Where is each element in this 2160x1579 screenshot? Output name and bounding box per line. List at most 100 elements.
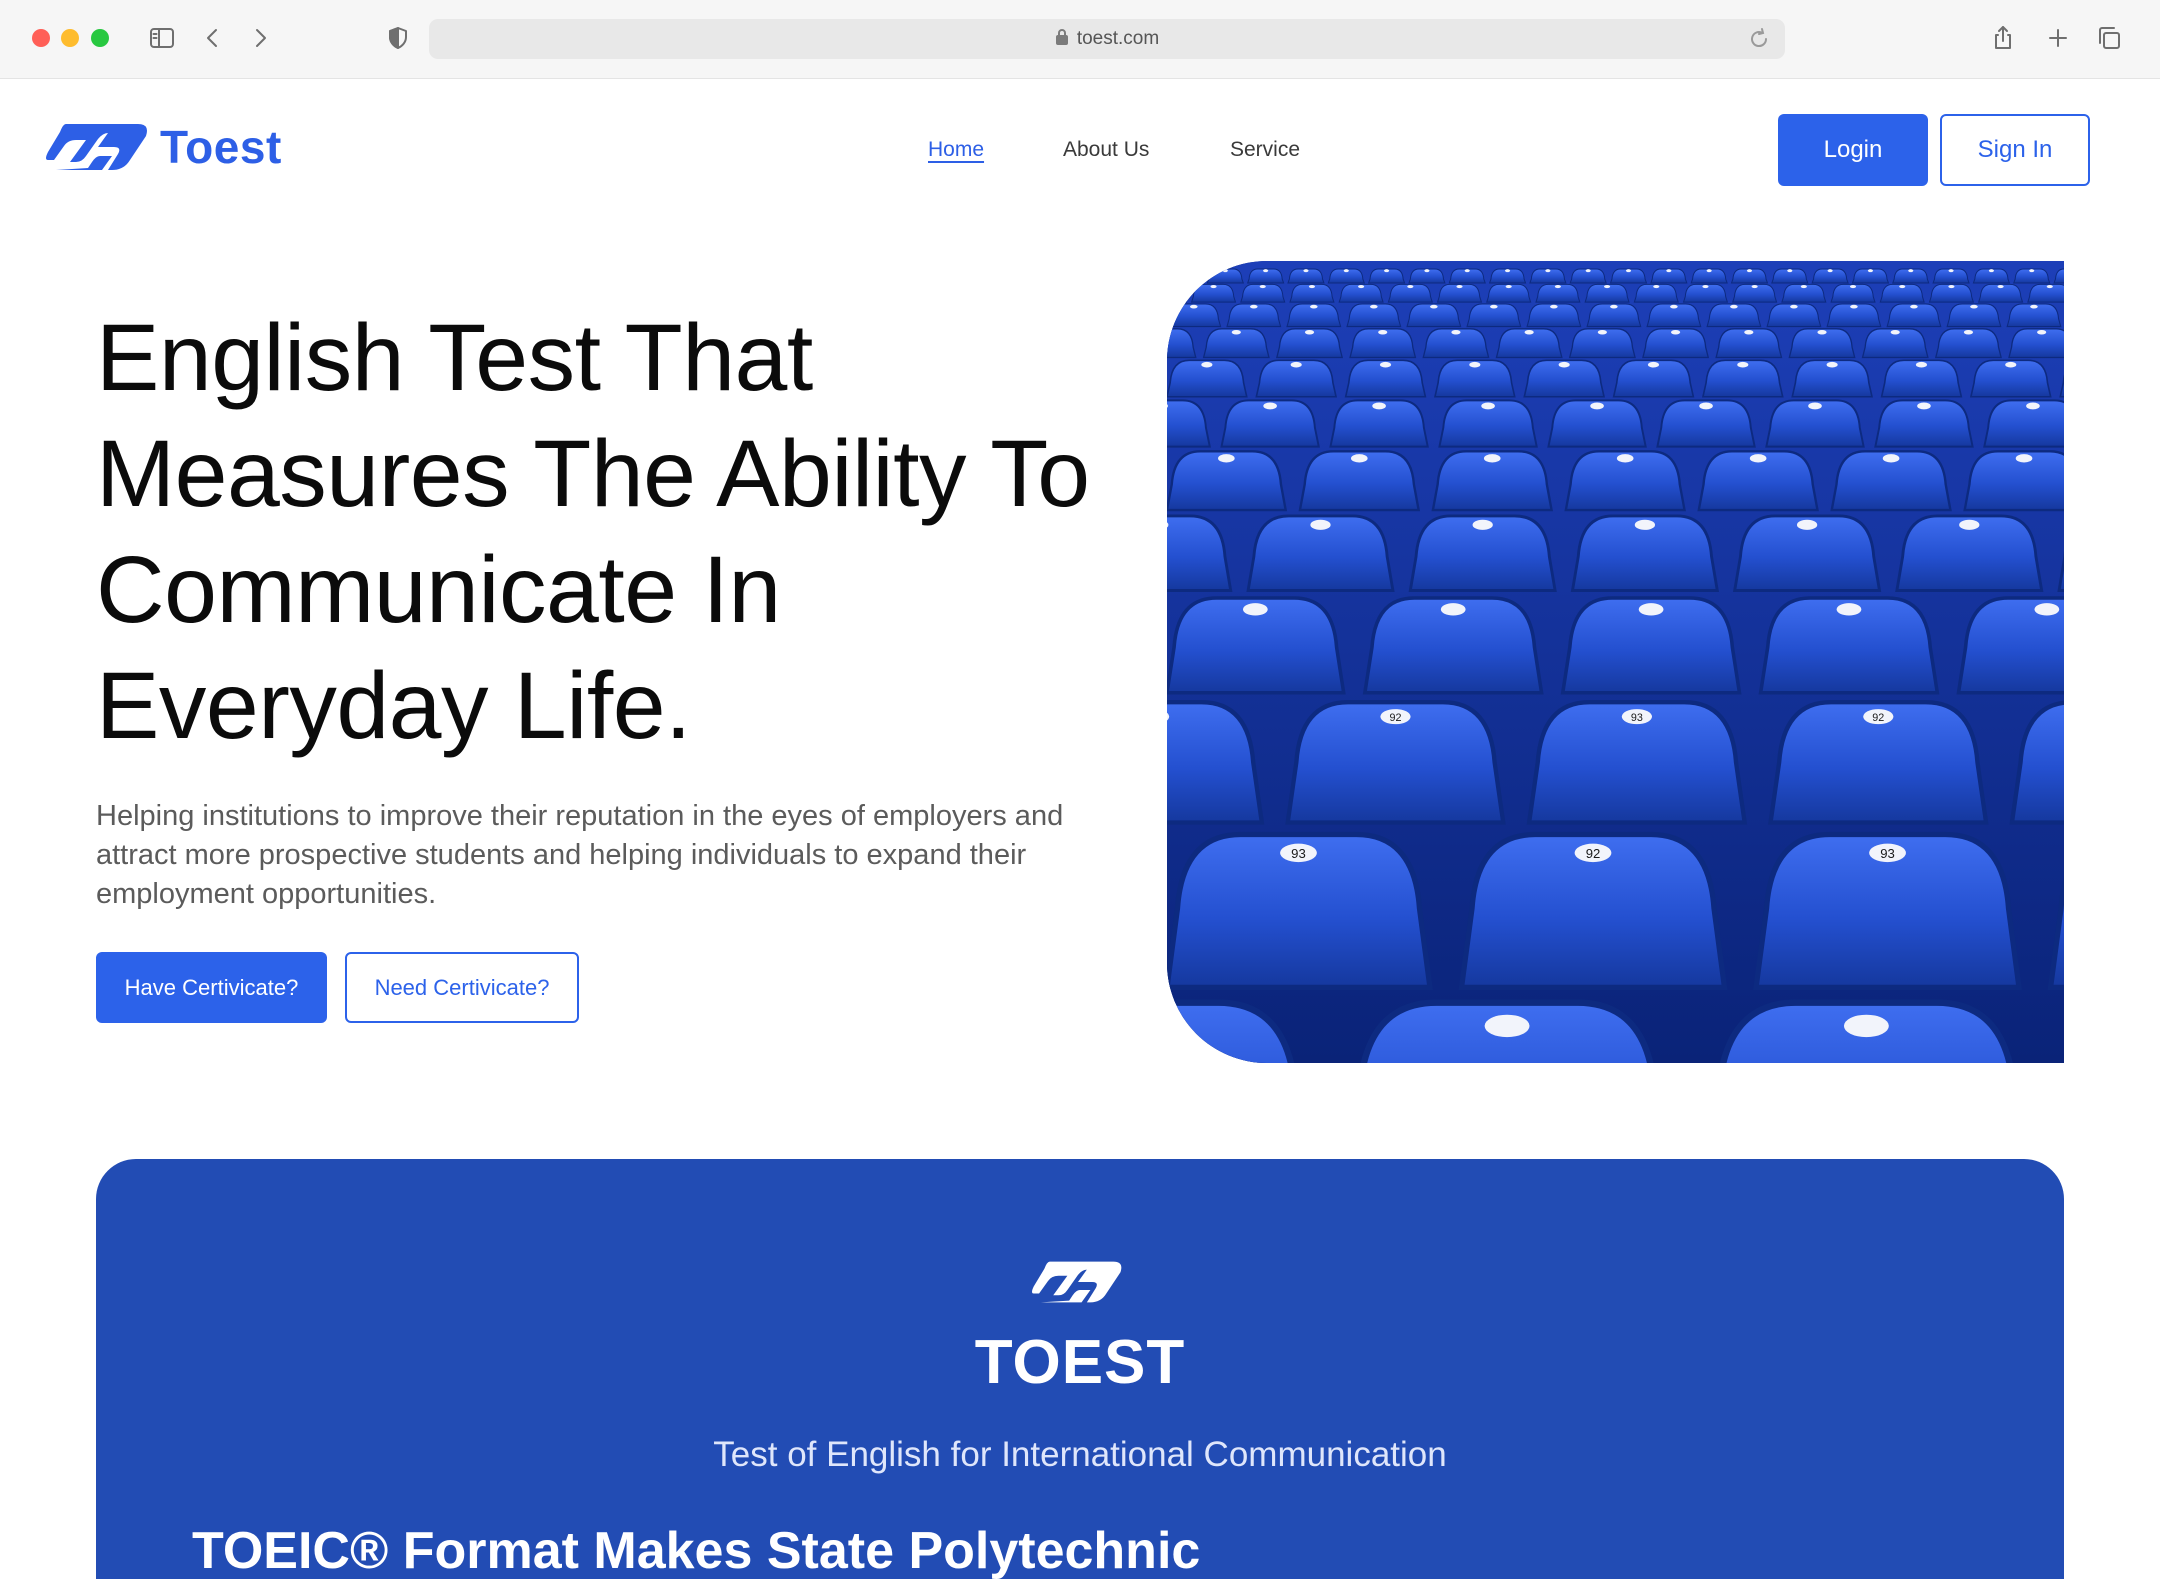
seat-number-tag [1430,305,1438,309]
nav-about-us[interactable]: About Us [1063,138,1149,162]
seat-number-tag [1465,269,1470,272]
share-icon[interactable] [1987,22,2019,54]
seat-number-tag [1827,362,1838,368]
seat-shape [1965,451,2064,510]
seat-number-tag [1635,520,1655,530]
address-bar[interactable]: toest.com [429,19,1785,59]
seat-number-text: 93 [1291,846,1306,861]
forward-icon[interactable] [244,22,276,54]
seat-number-tag [1626,269,1631,272]
seat-number-tag [1837,603,1862,615]
seat-number-tag [1899,285,1905,288]
seat-number-text: 93 [1880,846,1895,861]
seat-number-tag [1850,285,1856,288]
seat-number-tag [1441,603,1466,615]
seat-shape [2028,284,2064,302]
seat-number-tag [1648,362,1659,368]
seat-number-tag [1604,285,1610,288]
nav-service[interactable]: Service [1230,138,1300,162]
seat-number-tag [1456,285,1462,288]
reload-icon[interactable] [1747,27,1771,56]
seat-number-tag [1384,269,1389,272]
seat-number-tag [1358,285,1364,288]
toest-logo-icon [46,116,150,178]
seat-number-tag [2005,362,2016,368]
seat-number-tag [1190,305,1198,309]
seat-number-tag [1617,454,1634,462]
seat-number-tag [1808,403,1822,410]
tab-overview-icon[interactable] [2093,22,2125,54]
seat-number-tag [2029,269,2034,272]
seat-number-tag [1223,269,1228,272]
seat-number-tag [1828,269,1833,272]
seat-number-tag [1744,330,1753,335]
seat-number-tag [1380,362,1391,368]
seat-number-tag [1670,305,1678,309]
seat-number-tag [1485,1015,1530,1037]
seat-number-tag [1730,305,1738,309]
seat-number-tag [1653,285,1659,288]
seat-number-tag [1167,1015,1170,1037]
close-window-button[interactable] [32,29,50,47]
seat-number-tag [1370,305,1378,309]
seat-number-tag [1451,330,1460,335]
seat-number-tag [1671,330,1680,335]
brand-logo[interactable]: Toest [46,116,282,178]
seat-number-tag [1260,285,1266,288]
band-title: TOEST [96,1327,2064,1398]
seat-number-tag [1586,269,1591,272]
seat-number-tag [1310,305,1318,309]
minimize-window-button[interactable] [61,29,79,47]
seat-number-tag [1505,269,1510,272]
seat-number-tag [1167,330,1168,335]
seat-number-tag [1473,520,1493,530]
seat-number-tag [1750,454,1767,462]
login-button[interactable]: Login [1778,114,1928,186]
seat-number-tag [1699,403,1713,410]
hero-image-stadium-seats: 929392939293 [1167,261,2064,1063]
seat-number-text: 92 [1586,846,1601,861]
seat-number-tag [1891,330,1900,335]
seat-number-tag [1309,285,1315,288]
sign-in-button[interactable]: Sign In [1940,114,2090,186]
hero-title: English Test That Measures The Ability T… [96,300,1156,764]
nav-home[interactable]: Home [928,138,984,162]
seat-number-tag [1598,330,1607,335]
privacy-shield-icon[interactable] [382,22,414,54]
seat-number-tag [1797,520,1817,530]
url-text: toest.com [1077,28,1159,50]
hero-title-line-2: Measures The Ability To [96,416,1156,532]
lock-icon [1055,28,1069,50]
band-logo-icon [1032,1254,1124,1315]
seat-number-tag [1303,269,1308,272]
seat-number-tag [1484,454,1501,462]
seat-number-tag [1998,285,2004,288]
seat-number-tag [1908,269,1913,272]
seat-number-tag [1970,305,1978,309]
seat-shape [1167,269,1203,283]
seat-number-tag [1201,362,1212,368]
back-icon[interactable] [197,22,229,54]
seat-number-tag [1310,520,1330,530]
need-certificate-button[interactable]: Need Certivicate? [345,952,579,1023]
brand-name: Toest [160,120,282,174]
seat-number-tag [1917,403,1931,410]
have-certificate-button[interactable]: Have Certivicate? [96,952,327,1023]
seat-number-tag [1752,285,1758,288]
seat-number-tag [1555,285,1561,288]
seat-number-tag [1639,603,1664,615]
seat-number-tag [1989,269,1994,272]
maximize-window-button[interactable] [91,29,109,47]
hero-title-line-1: English Test That [96,300,1156,416]
seat-number-tag [2034,603,2059,615]
seat-number-tag [1868,269,1873,272]
seat-number-tag [2030,305,2038,309]
seat-number-tag [1232,330,1241,335]
seat-number-tag [1263,269,1268,272]
seat-number-tag [1291,362,1302,368]
seat-number-tag [1916,362,1927,368]
new-tab-icon[interactable] [2042,22,2074,54]
seat-number-tag [1481,403,1495,410]
seat-number-tag [1250,305,1258,309]
sidebar-toggle-icon[interactable] [146,22,178,54]
